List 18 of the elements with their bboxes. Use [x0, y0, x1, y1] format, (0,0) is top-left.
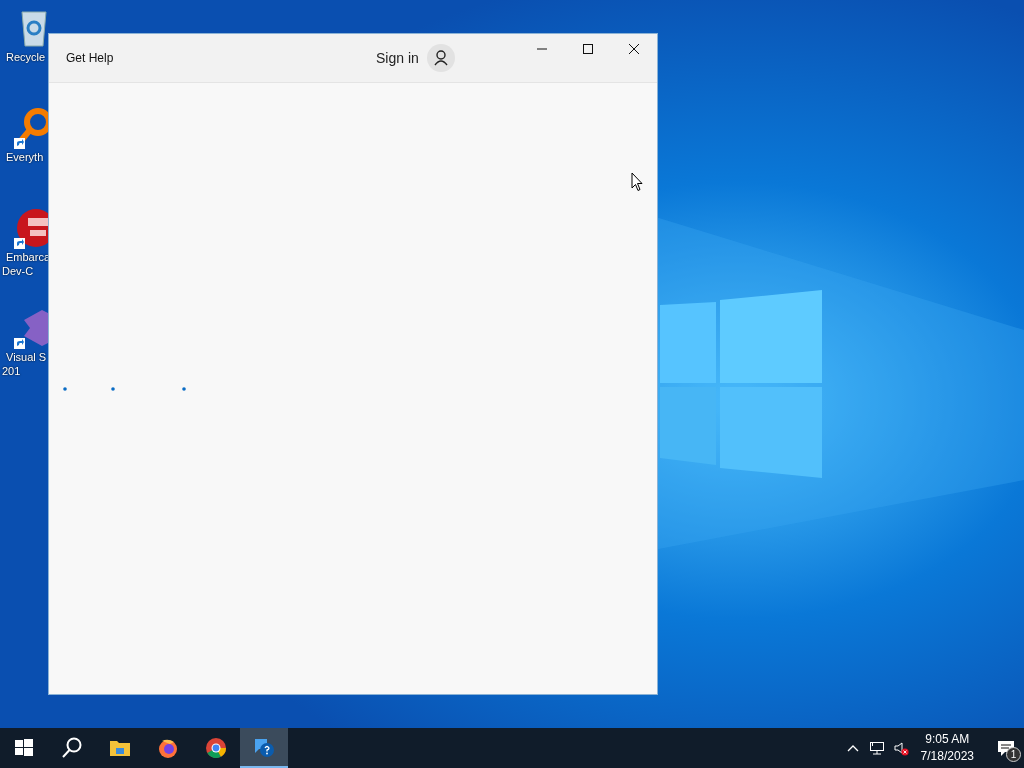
network-icon[interactable] [868, 740, 885, 756]
mouse-pointer-icon [631, 172, 643, 192]
notification-count-badge: 1 [1006, 747, 1021, 762]
close-icon[interactable] [628, 43, 640, 55]
tri-color-circle-icon [204, 736, 228, 760]
window-title: Get Help [66, 51, 115, 65]
sign-in-button[interactable]: Sign in [376, 50, 419, 66]
desktop-icon-label[interactable]: 201 [2, 364, 21, 378]
search-icon [60, 736, 84, 760]
desktop-icon-label[interactable]: Recycle [6, 50, 46, 64]
clock-time[interactable]: 9:05 AM [925, 731, 970, 748]
desktop-icon-label[interactable]: Visual S [6, 350, 47, 364]
person-icon[interactable] [426, 44, 455, 72]
speaker-icon[interactable] [892, 740, 909, 756]
desktop-icon-label[interactable]: Everyth [6, 150, 44, 164]
maximize-icon[interactable] [582, 43, 594, 55]
clock-date[interactable]: 7/18/2023 [920, 748, 974, 765]
desktop-icon-label[interactable]: Dev-C [2, 264, 34, 278]
